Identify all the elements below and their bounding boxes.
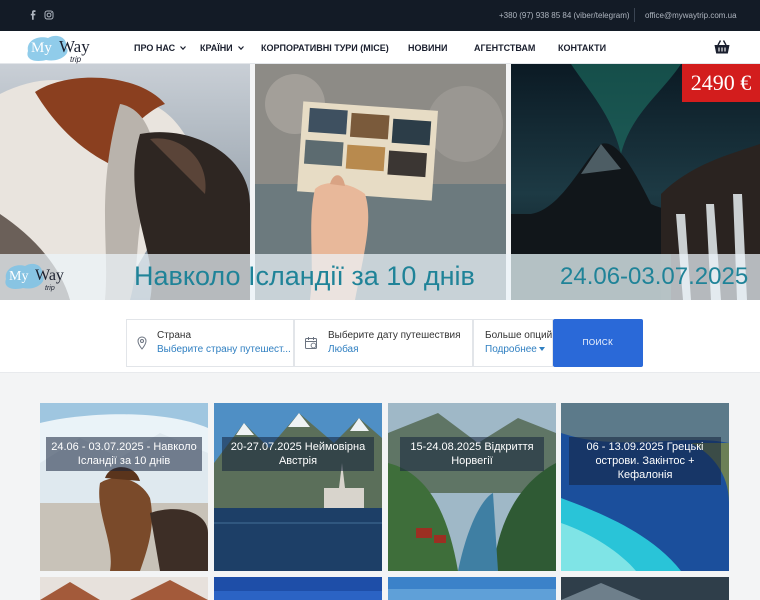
- country-value: Выберите страну путешест...: [157, 344, 291, 355]
- tour-title: 20-27.07.2025 Неймовірна Австрія: [222, 437, 374, 471]
- basket-icon[interactable]: [713, 38, 731, 56]
- tour-image-austria: [214, 403, 382, 571]
- hero-dates: 24.06-03.07.2025: [560, 263, 749, 290]
- date-select[interactable]: Выберите дату путешествия Любая: [294, 319, 473, 367]
- nav-contacts[interactable]: КОНТАКТИ: [558, 43, 606, 53]
- svg-text:My: My: [9, 269, 28, 284]
- more-options[interactable]: Больше опций Подробнее: [473, 319, 553, 367]
- tour-card[interactable]: 20-27.07.2025 Неймовірна Австрія: [214, 403, 382, 571]
- nav-countries[interactable]: КРАЇНИ: [200, 43, 244, 53]
- search-button[interactable]: ПОИСК: [553, 319, 643, 367]
- tour-title: 15-24.08.2025 Відкриття Норвегії: [400, 437, 544, 471]
- top-bar: +380 (97) 938 85 84 (viber/telegram) off…: [0, 0, 760, 31]
- hero-logo: My Way trip: [5, 263, 64, 292]
- country-label: Страна: [157, 330, 192, 341]
- tour-image-preview[interactable]: [388, 577, 556, 600]
- main-nav: My Way trip ПРО НАС КРАЇНИ КОРПОРАТИВНІ …: [0, 31, 760, 64]
- location-pin-icon: [137, 336, 147, 350]
- nav-about[interactable]: ПРО НАС: [134, 43, 187, 53]
- hero-banner[interactable]: My Way trip Навколо Ісландії за 10 днів …: [0, 64, 760, 300]
- facebook-icon[interactable]: [28, 10, 38, 20]
- chevron-down-icon: [237, 46, 244, 50]
- nav-corporate[interactable]: КОРПОРАТИВНІ ТУРИ (MICE): [261, 43, 389, 53]
- tour-image-preview[interactable]: [214, 577, 382, 600]
- svg-text:Way: Way: [35, 267, 64, 284]
- tour-image-norway: [388, 403, 556, 571]
- more-options-label: Больше опций: [485, 330, 553, 341]
- svg-text:Way: Way: [59, 37, 90, 56]
- svg-text:trip: trip: [45, 285, 55, 292]
- svg-text:trip: trip: [70, 55, 82, 64]
- tour-image-preview[interactable]: [561, 577, 729, 600]
- tour-card[interactable]: 15-24.08.2025 Відкриття Норвегії: [388, 403, 556, 571]
- chevron-down-icon: [180, 46, 187, 50]
- logo[interactable]: My Way trip: [26, 33, 110, 64]
- price-badge: 2490 €: [682, 64, 760, 102]
- date-value: Любая: [328, 344, 359, 355]
- topbar-divider: [634, 8, 635, 22]
- email-link[interactable]: office@mywaytrip.com.ua: [645, 11, 737, 20]
- nav-agencies[interactable]: АГЕНТСТВАМ: [474, 43, 535, 53]
- date-label: Выберите дату путешествия: [328, 330, 461, 341]
- hero-title: Навколо Ісландії за 10 днів: [134, 261, 475, 291]
- phone-link[interactable]: +380 (97) 938 85 84 (viber/telegram): [499, 11, 630, 20]
- tour-image-greece: [561, 403, 729, 571]
- more-options-toggle[interactable]: Подробнее: [485, 344, 545, 355]
- tour-title: 24.06 - 03.07.2025 - Навколо Ісландії за…: [46, 437, 202, 471]
- caret-down-icon: [538, 347, 545, 351]
- instagram-icon[interactable]: [44, 10, 54, 20]
- svg-text:My: My: [31, 40, 52, 56]
- tour-card[interactable]: 24.06 - 03.07.2025 - Навколо Ісландії за…: [40, 403, 208, 571]
- tour-image-preview[interactable]: [40, 577, 208, 600]
- calendar-icon: [305, 337, 317, 349]
- tour-image-iceland: [40, 403, 208, 571]
- tour-card[interactable]: 06 - 13.09.2025 Грецькі острови. Закінто…: [561, 403, 729, 571]
- country-select[interactable]: Страна Выберите страну путешест...: [126, 319, 294, 367]
- tour-title: 06 - 13.09.2025 Грецькі острови. Закінто…: [569, 437, 721, 485]
- nav-news[interactable]: НОВИНИ: [408, 43, 447, 53]
